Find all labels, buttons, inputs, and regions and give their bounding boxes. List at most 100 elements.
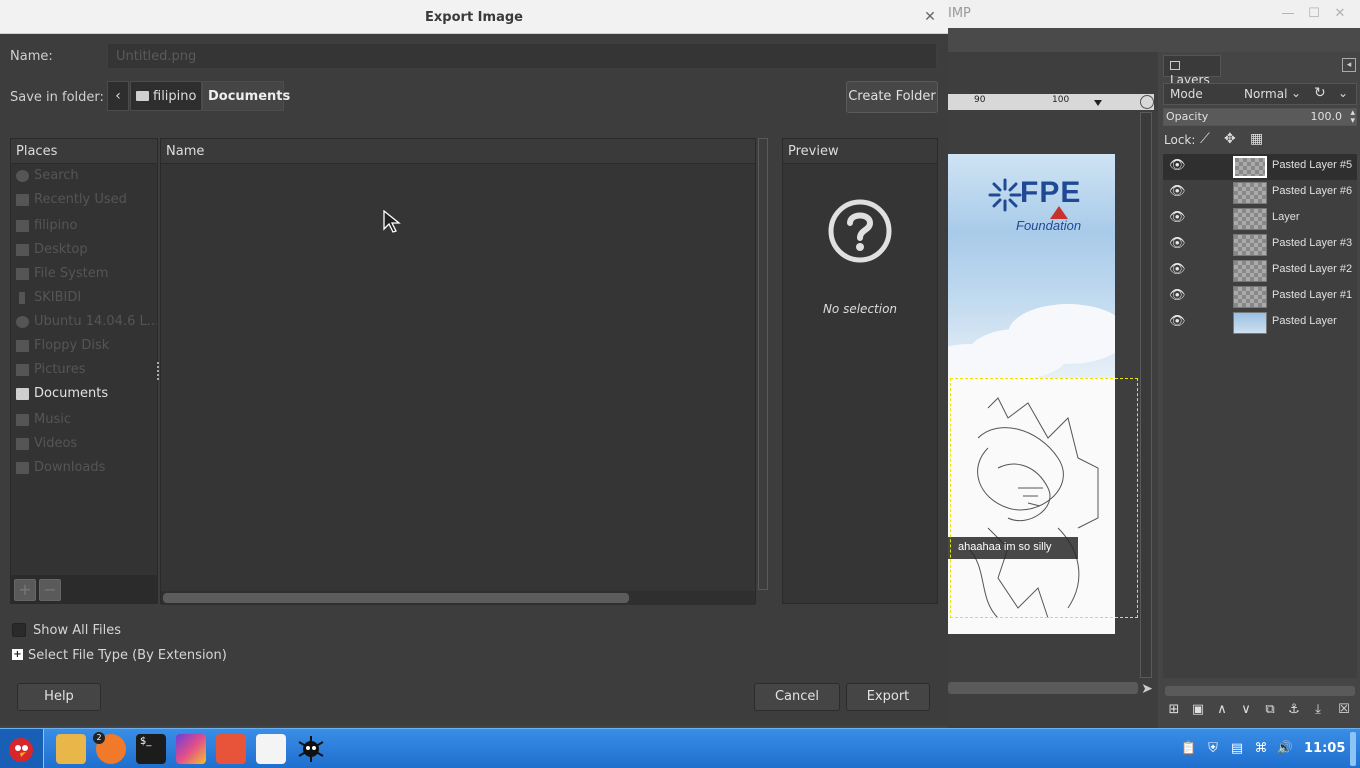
eye-icon[interactable]: 👁 [1169, 236, 1186, 252]
export-button[interactable]: Export [846, 683, 930, 711]
place-desktop[interactable]: Desktop [11, 239, 157, 261]
lock-pixels-icon[interactable]: ⟋ [1200, 131, 1210, 147]
layers-horizontal-scrollbar[interactable] [1165, 686, 1355, 696]
eye-icon[interactable]: 👁 [1169, 158, 1186, 174]
place-file-system[interactable]: File System [11, 263, 157, 285]
delete-layer-icon[interactable]: ☒ [1335, 702, 1353, 720]
layer-row[interactable]: 👁 Pasted Layer #2 [1163, 258, 1357, 284]
lock-row: Lock: ⟋ ✥ ▦ [1164, 131, 1358, 151]
place-filipino[interactable]: filipino [11, 215, 157, 237]
layer-row[interactable]: 👁 Pasted Layer #3 [1163, 232, 1357, 258]
eye-icon[interactable]: 👁 [1169, 262, 1186, 278]
dialog-titlebar[interactable]: Export Image ✕ [0, 0, 948, 34]
shield-icon[interactable]: ⛨ [1204, 740, 1222, 758]
place-videos[interactable]: Videos [11, 433, 157, 455]
place-floppy-disk[interactable]: Floppy Disk [11, 335, 157, 357]
remove-bookmark-button[interactable]: − [39, 579, 61, 601]
logo-star-icon [988, 178, 1022, 212]
create-folder-button[interactable]: Create Folder [846, 81, 938, 113]
minimize-icon[interactable]: — [1280, 6, 1296, 22]
zoom-icon[interactable] [1140, 95, 1154, 109]
text-editor-app-icon[interactable] [256, 734, 286, 764]
close-icon[interactable]: ✕ [1332, 6, 1348, 22]
path-back-button[interactable]: ‹ [107, 81, 129, 111]
layer-row[interactable]: 👁 Pasted Layer #6 [1163, 180, 1357, 206]
place-recently-used[interactable]: Recently Used [11, 189, 157, 211]
file-list[interactable]: Name [160, 138, 756, 605]
files-app-icon[interactable] [56, 734, 86, 764]
volume-icon[interactable]: 🔊 [1276, 740, 1294, 758]
place-skibidi[interactable]: SKIBIDI [11, 287, 157, 309]
places-header[interactable]: Places [11, 139, 157, 164]
filename-input[interactable] [107, 43, 937, 69]
place-pictures[interactable]: Pictures [11, 359, 157, 381]
breadcrumb-label: filipino [153, 89, 197, 104]
navigate-icon[interactable]: ➤ [1139, 681, 1155, 697]
lock-position-icon[interactable]: ✥ [1224, 131, 1236, 147]
paint-app-icon[interactable] [176, 734, 206, 764]
new-layer-icon[interactable]: ⊞ [1165, 702, 1183, 720]
layer-mode-select[interactable]: Mode Normal ⌄ ↻ ⌄ [1163, 83, 1357, 105]
mode-value: Normal [1244, 87, 1288, 101]
raise-layer-icon[interactable]: ∧ [1213, 702, 1231, 720]
show-desktop-button[interactable] [1350, 732, 1356, 766]
layer-row[interactable]: 👁 Pasted Layer #5 [1163, 154, 1357, 180]
eye-icon[interactable]: 👁 [1169, 184, 1186, 200]
eye-icon[interactable]: 👁 [1169, 314, 1186, 330]
expand-plus-icon[interactable]: + [12, 649, 23, 660]
new-layer-group-icon[interactable]: ▣ [1189, 702, 1207, 720]
cancel-button[interactable]: Cancel [754, 683, 840, 711]
place-ubuntu-disc[interactable]: Ubuntu 14.04.6 L... [11, 311, 157, 333]
place-documents[interactable]: Documents [11, 383, 157, 405]
taskbar-start-area[interactable] [0, 729, 44, 768]
column-header-name[interactable]: Name [161, 139, 755, 164]
spin-arrows-icon[interactable]: ▴ ▾ [1350, 109, 1355, 126]
canvas-vertical-scrollbar[interactable] [1140, 112, 1152, 678]
close-icon[interactable]: ✕ [922, 9, 938, 25]
layer-thumbnail [1233, 208, 1267, 230]
layer-name: Pasted Layer #5 [1272, 159, 1353, 171]
usb-drive-icon [19, 292, 25, 304]
chevron-down-icon[interactable]: ⌄ [1338, 86, 1348, 100]
tab-config-icon[interactable]: ◂ [1342, 58, 1356, 72]
lower-layer-icon[interactable]: ∨ [1237, 702, 1255, 720]
help-button[interactable]: Help [17, 683, 101, 711]
floppy-icon [16, 340, 29, 352]
layer-row[interactable]: 👁 Layer [1163, 206, 1357, 232]
canvas-horizontal-scrollbar[interactable] [948, 682, 1138, 694]
layer-thumbnail [1233, 260, 1267, 282]
lock-alpha-icon[interactable]: ▦ [1250, 131, 1263, 147]
merge-layer-icon[interactable]: ⤓ [1309, 702, 1327, 720]
bug-app-icon[interactable] [296, 734, 326, 764]
add-bookmark-button[interactable]: + [14, 579, 36, 601]
lock-label: Lock: [1164, 133, 1196, 147]
place-music[interactable]: Music [11, 409, 157, 431]
opacity-slider[interactable]: Opacity 100.0 ▴ ▾ [1163, 108, 1357, 126]
layer-row[interactable]: 👁 Pasted Layer [1163, 310, 1357, 336]
layer-name: Pasted Layer #3 [1272, 237, 1353, 249]
chevron-down-icon[interactable]: ⌄ [1291, 86, 1307, 100]
clipboard-icon[interactable]: 📋 [1180, 740, 1198, 758]
maximize-icon[interactable]: ☐ [1306, 6, 1322, 22]
clock[interactable]: 11:05 [1304, 741, 1345, 756]
eye-icon[interactable]: 👁 [1169, 210, 1186, 226]
gimp-app-icon[interactable] [216, 734, 246, 764]
place-search[interactable]: Search [11, 165, 157, 187]
network-icon[interactable]: ⌘ [1252, 740, 1270, 758]
terminal-app-icon[interactable]: $_ [136, 734, 166, 764]
checkbox-box[interactable] [12, 623, 26, 637]
eye-icon[interactable]: 👁 [1169, 288, 1186, 304]
breadcrumb-documents[interactable]: Documents [202, 81, 290, 111]
layer-row[interactable]: 👁 Pasted Layer #1 [1163, 284, 1357, 310]
file-list-vertical-scrollbar[interactable] [758, 138, 768, 590]
breadcrumb-filipino[interactable]: filipino [130, 81, 202, 111]
layer-thumbnail [1233, 156, 1267, 178]
notes-icon[interactable]: ▤ [1228, 740, 1246, 758]
reset-mode-icon[interactable]: ↻ [1314, 85, 1326, 101]
place-label: Pictures [34, 362, 86, 377]
tab-layers[interactable]: Layers [1163, 55, 1221, 87]
file-list-horizontal-scrollbar[interactable] [163, 593, 629, 603]
place-downloads[interactable]: Downloads [11, 457, 157, 479]
duplicate-layer-icon[interactable]: ⧉ [1261, 702, 1279, 720]
anchor-layer-icon[interactable]: ⚓ [1285, 702, 1303, 720]
